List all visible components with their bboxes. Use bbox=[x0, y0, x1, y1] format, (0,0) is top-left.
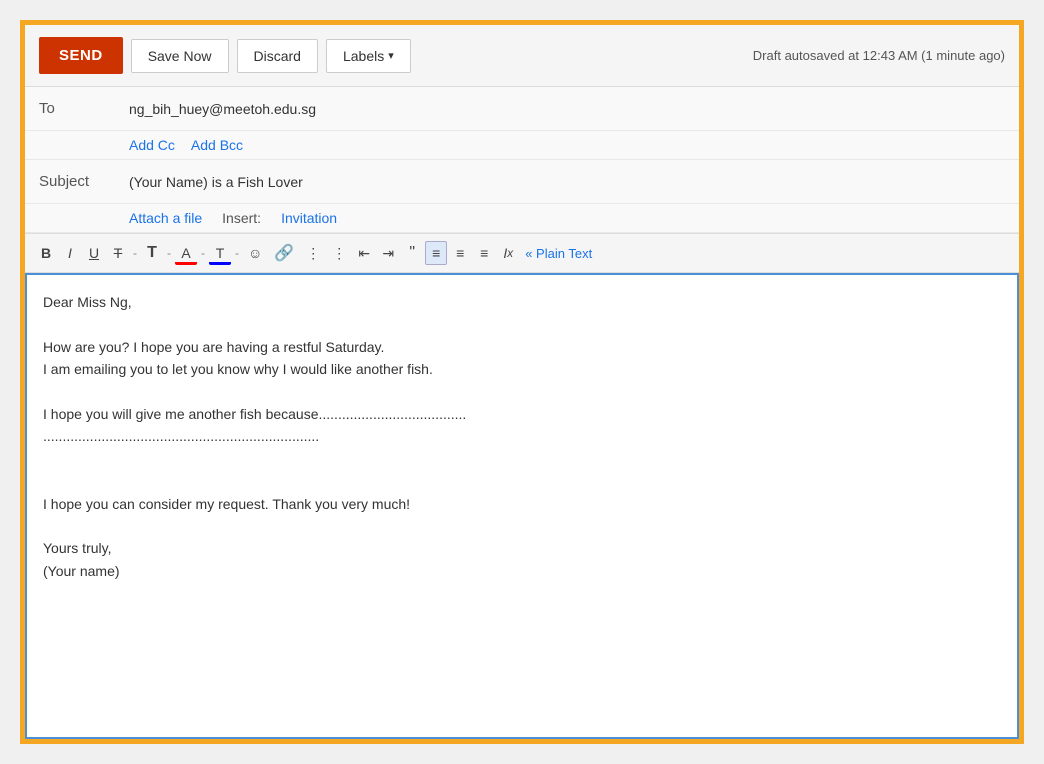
labels-label: Labels bbox=[343, 48, 384, 64]
subject-row: Subject bbox=[25, 160, 1019, 204]
underline-button[interactable]: U bbox=[83, 242, 105, 264]
indent-more-button[interactable]: ⇥ bbox=[377, 242, 399, 265]
bold-button[interactable]: B bbox=[35, 242, 57, 264]
plain-text-button[interactable]: « Plain Text bbox=[525, 246, 592, 261]
to-input[interactable] bbox=[129, 91, 1005, 127]
unordered-list-button[interactable]: ⋮ bbox=[327, 242, 351, 265]
email-compose-window: SEND Save Now Discard Labels ▾ Draft aut… bbox=[20, 20, 1024, 744]
discard-button[interactable]: Discard bbox=[237, 39, 318, 73]
blockquote-button[interactable]: " bbox=[401, 241, 423, 265]
font-color-button[interactable]: A bbox=[175, 242, 197, 265]
attach-row: Attach a file Insert: Invitation bbox=[25, 204, 1019, 233]
strikethrough-button[interactable]: T bbox=[107, 242, 129, 264]
compose-body[interactable]: Dear Miss Ng, How are you? I hope you ar… bbox=[27, 275, 1017, 655]
subject-label: Subject bbox=[39, 173, 129, 190]
attach-file-button[interactable]: Attach a file bbox=[129, 210, 202, 226]
indent-less-button[interactable]: ⇤ bbox=[353, 242, 375, 265]
ordered-list-button[interactable]: ⋮ bbox=[301, 242, 325, 265]
subject-input[interactable] bbox=[129, 164, 1005, 200]
clear-format-button[interactable]: Ix bbox=[497, 242, 519, 264]
to-label: To bbox=[39, 100, 129, 117]
add-bcc-button[interactable]: Add Bcc bbox=[191, 137, 243, 153]
fields-area: To Add Cc Add Bcc Subject Attach a file … bbox=[25, 87, 1019, 234]
labels-button[interactable]: Labels ▾ bbox=[326, 39, 411, 73]
link-button[interactable]: 🔗 bbox=[269, 240, 299, 266]
font-size-button[interactable]: T bbox=[141, 241, 163, 265]
compose-area: Dear Miss Ng, How are you? I hope you ar… bbox=[25, 273, 1019, 739]
format-toolbar: B I U T - T - A - T - ☺ 🔗 ⋮ ⋮ ⇤ ⇥ " ≡ ≡ … bbox=[25, 234, 1019, 273]
draft-autosave-info: Draft autosaved at 12:43 AM (1 minute ag… bbox=[753, 48, 1005, 63]
align-left-button[interactable]: ≡ bbox=[449, 242, 471, 264]
align-right-button[interactable]: ≡ bbox=[473, 242, 495, 264]
save-now-button[interactable]: Save Now bbox=[131, 39, 229, 73]
invitation-button[interactable]: Invitation bbox=[281, 210, 337, 226]
to-row: To bbox=[25, 87, 1019, 131]
align-center-button[interactable]: ≡ bbox=[425, 241, 447, 265]
text-color-button[interactable]: T bbox=[209, 242, 231, 265]
chevron-down-icon: ▾ bbox=[388, 49, 394, 62]
emoji-button[interactable]: ☺ bbox=[243, 242, 267, 264]
insert-label: Insert: bbox=[222, 210, 261, 226]
italic-button[interactable]: I bbox=[59, 242, 81, 264]
add-cc-button[interactable]: Add Cc bbox=[129, 137, 175, 153]
toolbar: SEND Save Now Discard Labels ▾ Draft aut… bbox=[25, 25, 1019, 87]
cc-bcc-row: Add Cc Add Bcc bbox=[25, 131, 1019, 160]
send-button[interactable]: SEND bbox=[39, 37, 123, 74]
